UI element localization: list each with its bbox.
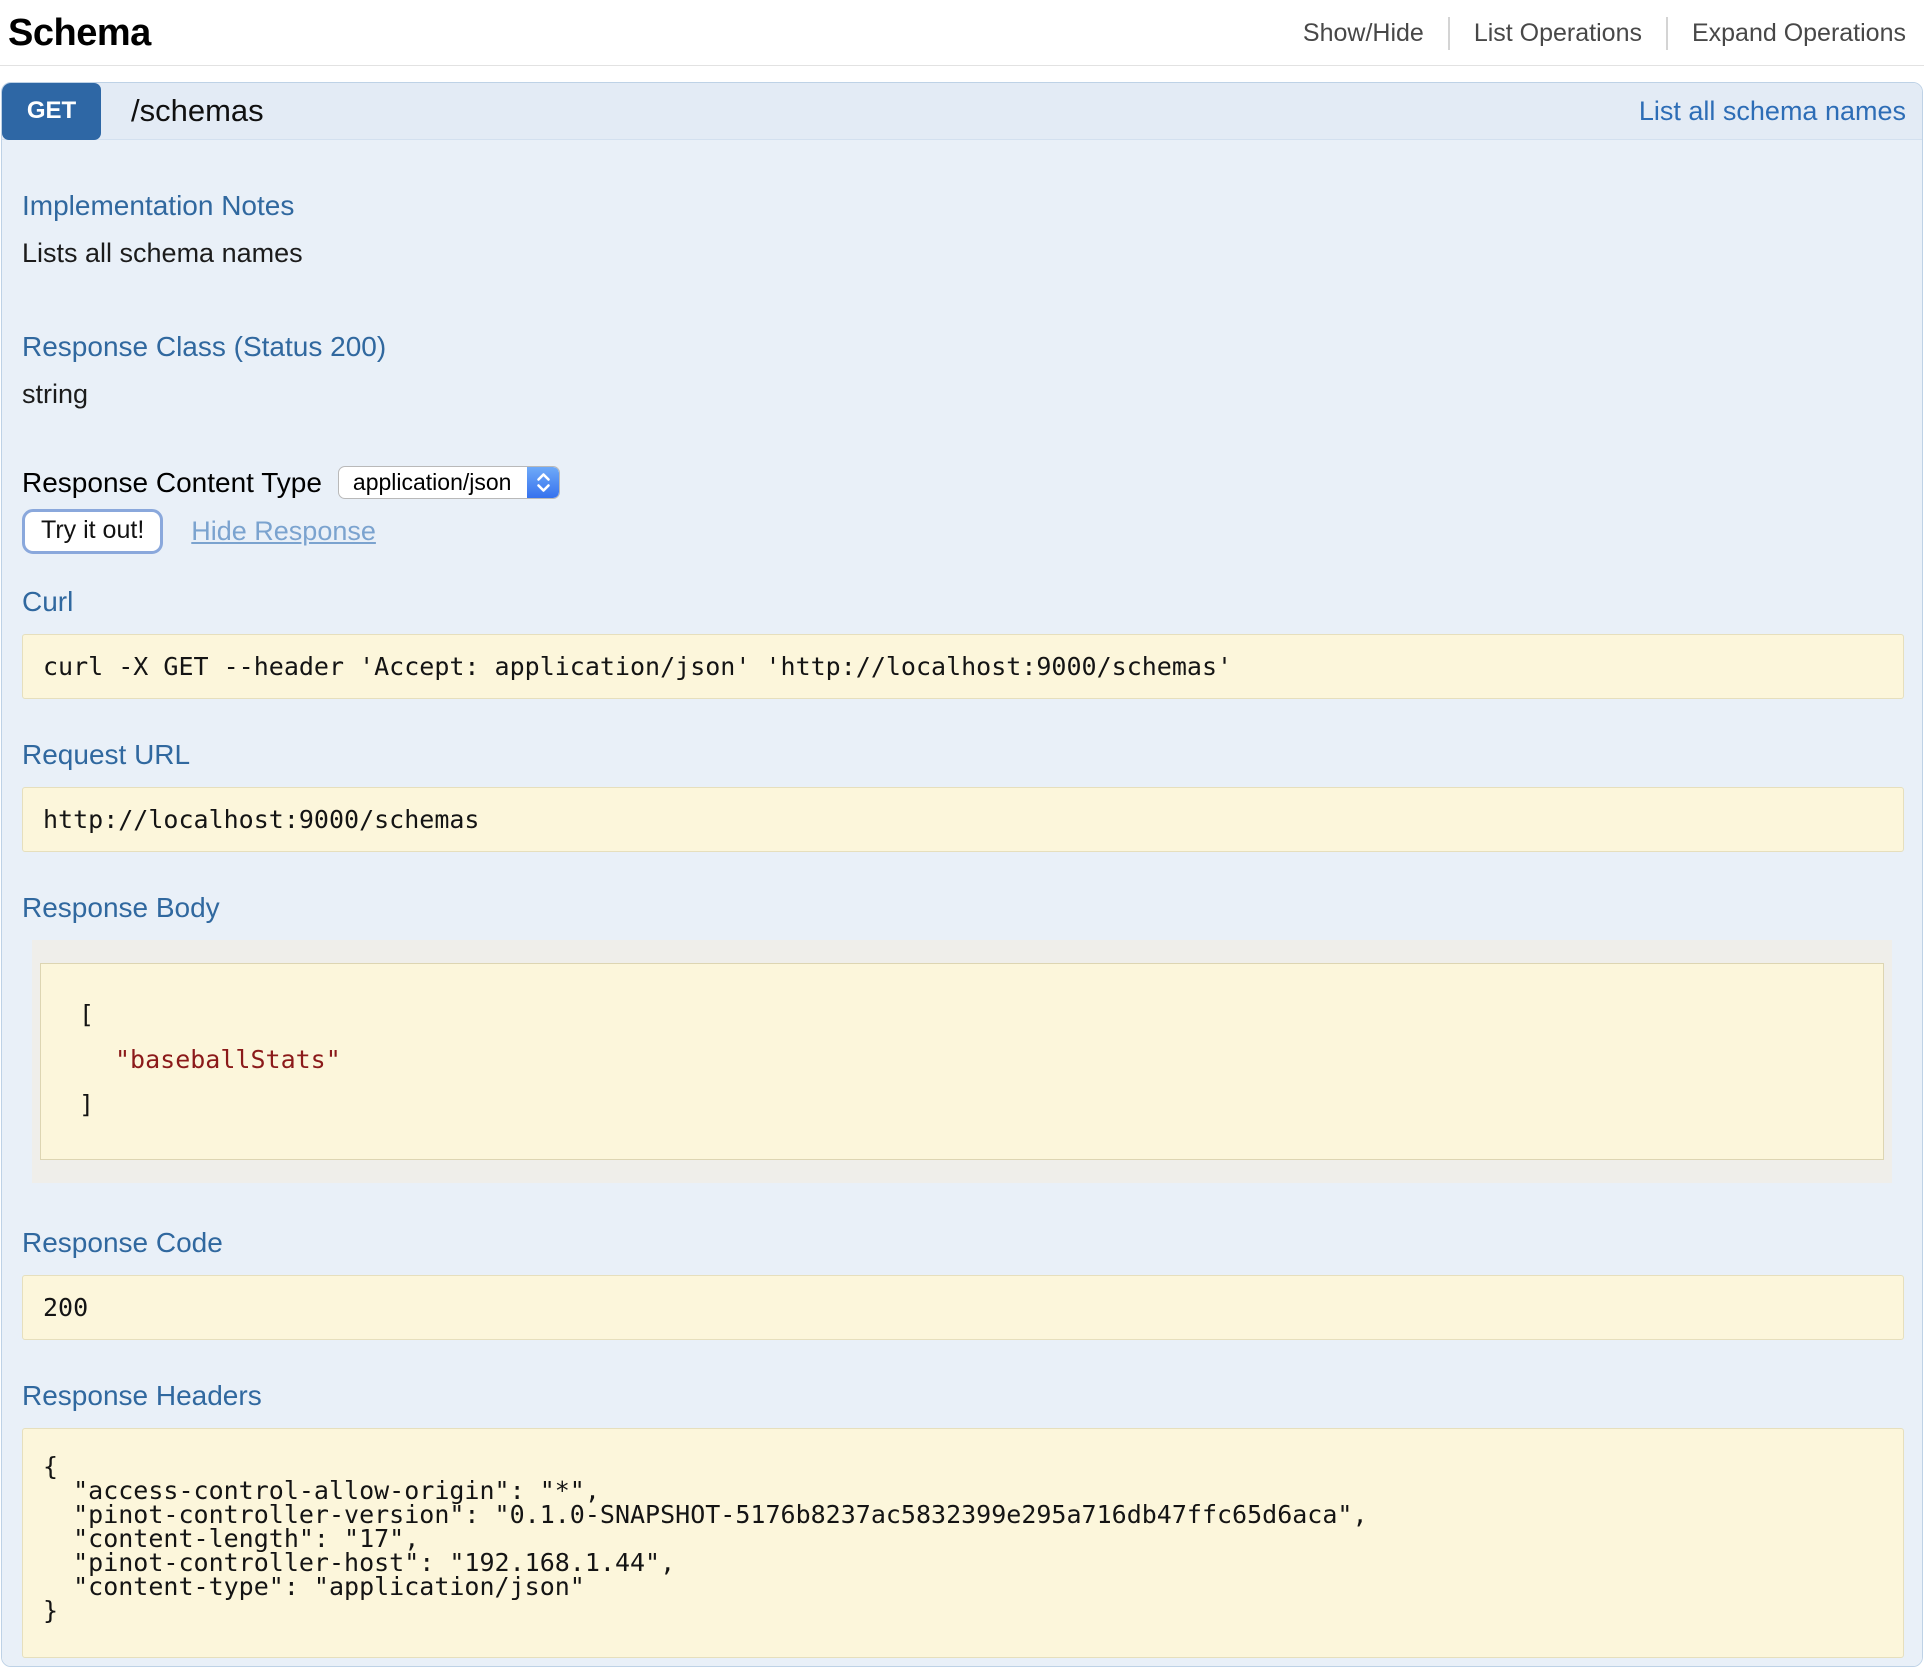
try-it-out-button[interactable]: Try it out! bbox=[22, 509, 163, 554]
response-content-type-row: Response Content Type application/json bbox=[22, 466, 1906, 499]
endpoint-summary-link[interactable]: List all schema names bbox=[1639, 96, 1906, 127]
request-url-heading: Request URL bbox=[22, 739, 1906, 771]
json-close-bracket: ] bbox=[79, 1082, 1845, 1127]
curl-heading: Curl bbox=[22, 586, 1906, 618]
expand-operations-link[interactable]: Expand Operations bbox=[1666, 17, 1914, 50]
show-hide-link[interactable]: Show/Hide bbox=[1279, 17, 1448, 50]
endpoint-path-link[interactable]: /schemas bbox=[131, 93, 264, 129]
response-content-type-select[interactable]: application/json bbox=[338, 466, 561, 499]
hide-response-link[interactable]: Hide Response bbox=[191, 516, 376, 547]
try-it-out-row: Try it out! Hide Response bbox=[22, 509, 1906, 554]
curl-command: curl -X GET --header 'Accept: applicatio… bbox=[22, 634, 1904, 699]
response-code-value: 200 bbox=[22, 1275, 1904, 1340]
list-operations-link[interactable]: List Operations bbox=[1448, 17, 1666, 50]
response-body-container: [ "baseballStats" ] bbox=[32, 940, 1892, 1183]
response-body-json: [ "baseballStats" ] bbox=[40, 963, 1884, 1160]
selected-content-type: application/json bbox=[339, 467, 528, 498]
response-class-heading: Response Class (Status 200) bbox=[22, 331, 1906, 363]
implementation-notes-heading: Implementation Notes bbox=[22, 190, 1906, 222]
get-schemas-operation: GET /schemas List all schema names Imple… bbox=[1, 82, 1923, 1667]
response-code-heading: Response Code bbox=[22, 1227, 1906, 1259]
json-string-value: "baseballStats" bbox=[79, 1037, 1845, 1082]
operation-heading-bar: GET /schemas List all schema names bbox=[2, 83, 1922, 140]
implementation-notes-text: Lists all schema names bbox=[22, 238, 1906, 269]
response-body-heading: Response Body bbox=[22, 892, 1906, 924]
page-title: Schema bbox=[8, 12, 151, 55]
select-chevrons-icon bbox=[527, 467, 559, 498]
request-url-value: http://localhost:9000/schemas bbox=[22, 787, 1904, 852]
response-headers-heading: Response Headers bbox=[22, 1380, 1906, 1412]
resource-header: Schema Show/Hide List Operations Expand … bbox=[0, 0, 1924, 66]
response-headers-json: { "access-control-allow-origin": "*", "p… bbox=[22, 1428, 1904, 1658]
json-open-bracket: [ bbox=[79, 992, 1845, 1037]
operation-content: Implementation Notes Lists all schema na… bbox=[2, 140, 1922, 1666]
http-method-badge: GET bbox=[2, 83, 101, 140]
response-content-type-label: Response Content Type bbox=[22, 467, 322, 499]
resource-toolbar: Show/Hide List Operations Expand Operati… bbox=[1279, 17, 1914, 50]
response-class-type: string bbox=[22, 379, 1906, 410]
